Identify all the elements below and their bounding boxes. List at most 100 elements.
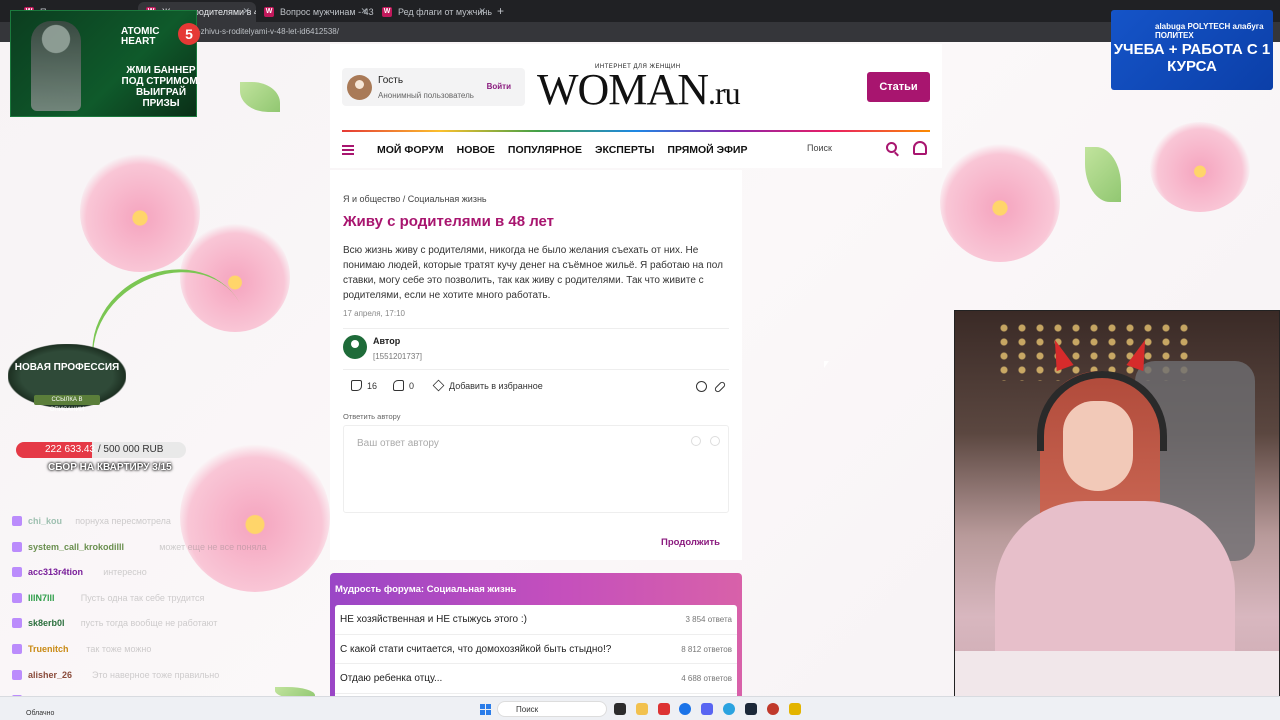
stream-chat: chi_kou порнуха пересмотрела system_call_k… bbox=[12, 514, 322, 719]
goal-progress-bar: 222 633.43 / 500 000 RUB bbox=[16, 442, 186, 458]
wisdom-title: Мудрость форума: Социальная жизнь bbox=[335, 584, 517, 595]
emoji-icon[interactable] bbox=[691, 436, 701, 446]
search-icon[interactable] bbox=[886, 142, 897, 153]
reply-label: Ответить автору bbox=[343, 412, 401, 421]
nav-my-forum[interactable]: МОЙ ФОРУМ bbox=[377, 144, 444, 156]
like-button[interactable]: 16 bbox=[351, 380, 377, 391]
leaf-decoration bbox=[240, 82, 280, 112]
chat-nick[interactable]: system_call_krokodilll bbox=[28, 542, 124, 552]
close-tab-icon[interactable]: ✕ bbox=[478, 6, 486, 17]
url-text[interactable]: -zhivu-s-roditelyami-v-48-let-id6412538/ bbox=[198, 27, 339, 36]
taskbar-search[interactable]: Поиск bbox=[497, 701, 607, 717]
discord-icon[interactable] bbox=[701, 703, 713, 715]
forum-post: Я и общество / Социальная жизнь Живу с р… bbox=[330, 170, 742, 560]
add-favorite-button[interactable]: Добавить в избранное bbox=[432, 379, 543, 392]
windows-start-icon[interactable] bbox=[480, 704, 491, 715]
twitch-icon bbox=[12, 567, 22, 578]
telegram-icon[interactable] bbox=[723, 703, 735, 715]
app-icon[interactable] bbox=[789, 703, 801, 715]
chat-text: Пусть одна так себе трудится bbox=[80, 592, 205, 603]
list-item[interactable]: НЕ хозяйственная и НЕ стыжусь этого :) 3 … bbox=[335, 605, 737, 635]
chat-nick[interactable]: Truenitch bbox=[28, 644, 69, 654]
chat-text: порнуха пересмотрела bbox=[75, 516, 171, 526]
twitch-icon bbox=[12, 643, 22, 654]
chat-nick[interactable]: sk8erb0l bbox=[28, 618, 65, 628]
windows-taskbar: Облачно Поиск bbox=[0, 696, 1280, 720]
tab-red-flags[interactable]: WРед флаги от мужчины в нача✕ bbox=[374, 2, 492, 22]
list-item[interactable]: Отдаю ребенка отцу... 4 688 ответов bbox=[335, 664, 737, 694]
mouse-cursor-icon bbox=[824, 361, 829, 368]
goal-label: СБОР НА КВАРТИРУ 3/15 bbox=[48, 462, 172, 473]
logo-wordmark: WOMAN.ru bbox=[537, 65, 741, 114]
flower-decoration bbox=[80, 152, 200, 272]
ad-copy: ЖМИ БАННЕР ПОД СТРИМОМ. ВЫИГРАЙ ПРИЗЫ bbox=[121, 65, 201, 109]
nav-popular[interactable]: ПОПУЛЯРНОЕ bbox=[508, 144, 582, 156]
streamer-face bbox=[1063, 401, 1133, 491]
chat-message: sk8erb0l пусть тогда вообще не работают bbox=[12, 616, 322, 642]
menu-icon[interactable] bbox=[342, 145, 354, 155]
robot-illustration bbox=[31, 21, 81, 111]
chat-message: Truenitch так тоже можно bbox=[12, 642, 322, 668]
bell-icon[interactable] bbox=[913, 141, 927, 155]
twitch-icon bbox=[12, 669, 22, 680]
steam-icon[interactable] bbox=[745, 703, 757, 715]
chat-nick[interactable]: acc313r4tion bbox=[28, 567, 83, 577]
breadcrumb[interactable]: Я и общество / Социальная жизнь bbox=[343, 194, 487, 204]
divider bbox=[343, 328, 729, 329]
goal-amount: 222 633.43 / 500 000 RUB bbox=[45, 444, 164, 455]
diamond-icon bbox=[432, 379, 445, 392]
rainbow-divider bbox=[342, 130, 930, 132]
guest-subtitle: Анонимный пользователь bbox=[378, 91, 474, 100]
nav-live[interactable]: ПРЯМОЙ ЭФИР bbox=[667, 144, 747, 156]
dislike-button[interactable]: 0 bbox=[393, 380, 414, 391]
chat-message: acc313r4tion интересно bbox=[12, 565, 322, 591]
alabuga-ad-banner: alabuga POLYTECH алабуга ПОЛИТЕХ УЧЕБА +… bbox=[1111, 10, 1273, 90]
list-item[interactable]: С какой стати считается, что домохозяйко… bbox=[335, 635, 737, 664]
badge-subtitle: ССЫЛКА В ОПИСАНИИ bbox=[34, 395, 100, 413]
nav-experts[interactable]: ЭКСПЕРТЫ bbox=[595, 144, 654, 156]
chat-nick[interactable]: alisher_26 bbox=[28, 670, 72, 680]
close-tab-icon[interactable]: ✕ bbox=[360, 6, 368, 17]
continue-button[interactable]: Продолжить bbox=[661, 537, 720, 548]
chat-text: пусть тогда вообще не работают bbox=[80, 618, 218, 629]
search-input[interactable]: Поиск bbox=[807, 140, 897, 158]
twitch-icon bbox=[12, 541, 22, 552]
reply-placeholder: Ваш ответ автору bbox=[357, 438, 439, 449]
badge-title: НОВАЯ ПРОФЕССИЯ bbox=[14, 362, 120, 373]
chrome-icon[interactable] bbox=[679, 703, 691, 715]
chat-nick[interactable]: lllN7lll bbox=[28, 593, 55, 603]
file-explorer-icon[interactable] bbox=[636, 703, 648, 715]
post-actions: 16 0 Добавить в избранное bbox=[343, 379, 729, 394]
post-body: Всю жизнь живу с родителями, никогда не … bbox=[343, 245, 723, 301]
chat-message: alisher_26 Это наверное тоже правильно bbox=[12, 668, 322, 694]
reply-textarea[interactable]: Ваш ответ автору bbox=[343, 425, 729, 513]
report-icon[interactable] bbox=[696, 381, 707, 392]
divider bbox=[343, 369, 729, 370]
post-date: 17 апреля, 17:10 bbox=[343, 309, 405, 318]
thumbs-up-icon bbox=[351, 380, 362, 391]
articles-button[interactable]: Статьи bbox=[867, 72, 930, 102]
twitch-icon bbox=[12, 618, 22, 629]
close-tab-icon[interactable]: ✕ bbox=[242, 6, 250, 17]
chat-nick[interactable]: chi_kou bbox=[28, 516, 62, 526]
wisdom-list: НЕ хозяйственная и НЕ стыжусь этого :) 3 … bbox=[335, 605, 737, 696]
guest-name: Гость bbox=[378, 75, 404, 86]
weather-widget[interactable]: Облачно bbox=[26, 710, 54, 717]
chat-message: lllN7lll Пусть одна так себе трудится bbox=[12, 591, 322, 617]
chat-text: может еще не все поняла bbox=[159, 541, 267, 552]
app-icon[interactable] bbox=[767, 703, 779, 715]
nav-new[interactable]: НОВОЕ bbox=[457, 144, 495, 156]
leaf-decoration bbox=[1085, 147, 1121, 202]
login-button[interactable]: Войти bbox=[487, 82, 511, 91]
link-icon[interactable] bbox=[713, 380, 727, 394]
site-logo[interactable]: ИНТЕРНЕТ ДЛЯ ЖЕНЩИН WOMAN.ru bbox=[537, 60, 741, 112]
task-view-icon[interactable] bbox=[614, 703, 626, 715]
sticker-icon[interactable] bbox=[710, 436, 720, 446]
new-profession-badge: НОВАЯ ПРОФЕССИЯ ССЫЛКА В ОПИСАНИИ bbox=[8, 344, 126, 413]
new-tab-button[interactable]: + bbox=[497, 4, 504, 18]
tab-question-men[interactable]: WВопрос мужчинам - 433 ответ✕ bbox=[256, 2, 374, 22]
author-id: [1551201737] bbox=[373, 352, 422, 361]
app-icon[interactable] bbox=[658, 703, 670, 715]
post-title: Живу с родителями в 48 лет bbox=[343, 213, 555, 230]
twitch-icon bbox=[12, 516, 22, 526]
